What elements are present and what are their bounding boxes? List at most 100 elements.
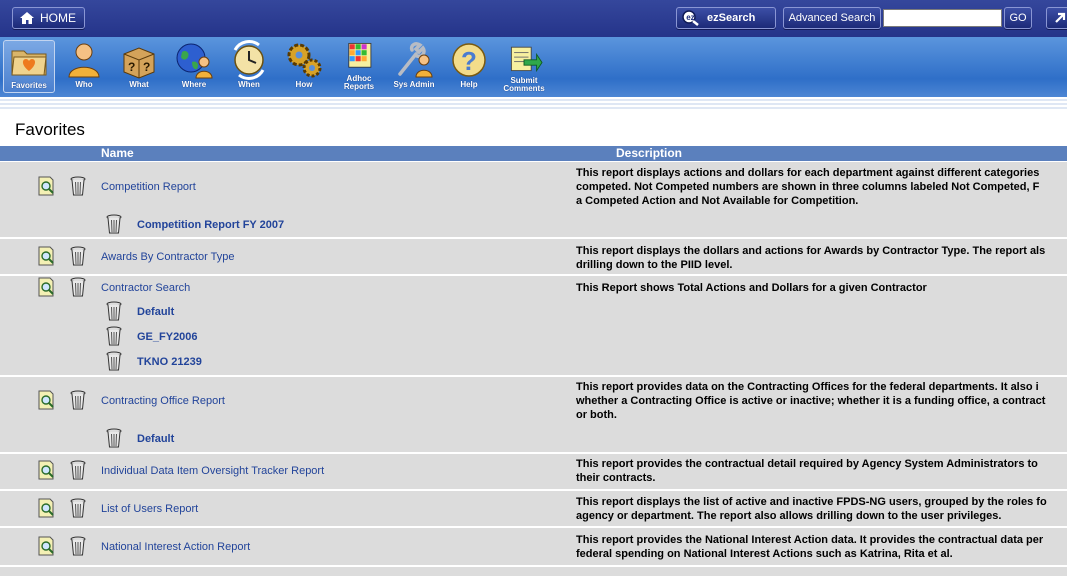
saved-report-link[interactable]: GE_FY2006 — [137, 331, 198, 343]
nav-sys-admin-label: Sys Admin — [393, 80, 435, 89]
trash-icon[interactable] — [69, 390, 87, 410]
advanced-search-label: Advanced Search — [788, 12, 876, 24]
description-line: agency or department. The report also al… — [576, 510, 1002, 522]
trash-icon[interactable] — [105, 301, 123, 321]
trash-icon[interactable] — [69, 246, 87, 266]
trash-icon[interactable] — [105, 428, 123, 448]
view-report-icon[interactable] — [37, 460, 55, 480]
nav-who-label: Who — [75, 80, 93, 89]
folder-heart-icon — [11, 50, 47, 76]
table-row — [0, 567, 1067, 576]
svg-text:?: ? — [143, 60, 150, 74]
column-header-name: Name — [101, 146, 134, 160]
view-report-icon[interactable] — [37, 536, 55, 556]
description-line: This report provides the contractual det… — [576, 458, 1038, 470]
go-label: GO — [1009, 12, 1027, 24]
box-question-icon: ? ? — [123, 47, 155, 79]
globe-person-icon — [176, 43, 213, 79]
nav-when[interactable]: When — [222, 40, 276, 96]
saved-report-link[interactable]: Competition Report FY 2007 — [137, 219, 284, 231]
trash-icon[interactable] — [105, 351, 123, 371]
nav-how[interactable]: How — [277, 40, 331, 96]
nav-who[interactable]: Who — [57, 40, 111, 96]
help-icon: ? — [452, 43, 486, 77]
description-line: This report provides data on the Contrac… — [576, 381, 1039, 393]
saved-report-link[interactable]: Default — [137, 306, 174, 318]
column-header-description: Description — [616, 146, 683, 160]
toolbar-divider — [0, 97, 1067, 109]
report-description: This Report shows Total Actions and Doll… — [576, 281, 1067, 295]
nav-adhoc-reports-label: Adhoc Reports — [343, 74, 375, 91]
trash-icon[interactable] — [69, 277, 87, 297]
search-input[interactable] — [883, 9, 1002, 27]
go-button[interactable]: GO — [1004, 7, 1032, 29]
view-report-icon[interactable] — [37, 246, 55, 266]
report-link[interactable]: National Interest Action Report — [101, 541, 250, 553]
report-link[interactable]: Contracting Office Report — [101, 395, 225, 407]
advanced-search-button[interactable]: Advanced Search — [783, 7, 881, 29]
main-toolbar: Favorites Who ? ? What Where When How Ad… — [0, 37, 1067, 97]
report-link[interactable]: Awards By Contractor Type — [101, 251, 235, 263]
nav-how-label: How — [295, 80, 313, 89]
trash-icon[interactable] — [69, 460, 87, 480]
description-line: This report displays the list of active … — [576, 496, 1047, 508]
exit-button[interactable] — [1046, 7, 1067, 29]
home-button[interactable]: HOME — [12, 7, 85, 29]
nav-what[interactable]: ? ? What — [112, 40, 166, 96]
svg-text:?: ? — [461, 46, 477, 76]
trash-icon[interactable] — [105, 214, 123, 234]
saved-report-link[interactable]: TKNO 21239 — [137, 356, 202, 368]
report-link[interactable]: List of Users Report — [101, 503, 198, 515]
report-description: This report provides the contractual det… — [576, 457, 1067, 485]
nav-where-label: Where — [181, 80, 207, 89]
trash-icon[interactable] — [105, 326, 123, 346]
description-line: This report displays actions and dollars… — [576, 167, 1040, 179]
description-line: This report displays the dollars and act… — [576, 245, 1046, 257]
report-description: This report provides data on the Contrac… — [576, 380, 1067, 422]
nav-adhoc-reports[interactable]: Adhoc Reports — [332, 40, 386, 96]
table-header: Name Description — [0, 146, 1067, 161]
nav-what-label: What — [129, 80, 149, 89]
home-icon — [20, 12, 34, 24]
clock-icon — [233, 40, 265, 80]
magnifier-icon: ez — [682, 10, 699, 26]
view-report-icon[interactable] — [37, 498, 55, 518]
report-description: This report displays the dollars and act… — [576, 244, 1067, 272]
gears-icon — [287, 43, 322, 78]
trash-icon[interactable] — [69, 536, 87, 556]
tools-person-icon — [398, 42, 433, 78]
report-description: This report provides the National Intere… — [576, 533, 1067, 561]
nav-favorites[interactable]: Favorites — [3, 40, 55, 93]
nav-when-label: When — [238, 80, 260, 89]
report-link[interactable]: Competition Report — [101, 181, 196, 193]
description-line: This report provides the National Intere… — [576, 534, 1044, 546]
saved-report-link[interactable]: Default — [137, 433, 174, 445]
description-line: their contracts. — [576, 472, 656, 484]
comment-arrow-icon — [510, 46, 543, 73]
trash-icon[interactable] — [69, 498, 87, 518]
description-line: This Report shows Total Actions and Doll… — [576, 282, 927, 294]
description-line: drilling down to the PIID level. — [576, 259, 733, 271]
report-link[interactable]: Contractor Search — [101, 282, 190, 294]
description-line: or both. — [576, 409, 617, 421]
view-report-icon[interactable] — [37, 390, 55, 410]
grid-icon — [348, 42, 372, 68]
home-label: HOME — [40, 11, 76, 25]
nav-submit-comments[interactable]: Submit Comments — [497, 40, 551, 96]
svg-text:?: ? — [128, 60, 135, 74]
description-line: federal spending on National Interest Ac… — [576, 548, 953, 560]
nav-sys-admin[interactable]: Sys Admin — [387, 40, 441, 96]
trash-icon[interactable] — [69, 176, 87, 196]
top-bar: HOME ez ezSearch Advanced Search GO — [0, 0, 1067, 37]
nav-help[interactable]: ? Help — [442, 40, 496, 96]
nav-favorites-label: Favorites — [11, 81, 47, 90]
ezsearch-button[interactable]: ez ezSearch — [676, 7, 776, 29]
view-report-icon[interactable] — [37, 277, 55, 297]
nav-help-label: Help — [460, 80, 478, 89]
report-link[interactable]: Individual Data Item Oversight Tracker R… — [101, 465, 324, 477]
nav-where[interactable]: Where — [167, 40, 221, 96]
description-line: a Competed Action and Not Available for … — [576, 195, 859, 207]
view-report-icon[interactable] — [37, 176, 55, 196]
description-line: whether a Contracting Office is active o… — [576, 395, 1046, 407]
nav-submit-comments-label: Submit Comments — [503, 76, 545, 93]
